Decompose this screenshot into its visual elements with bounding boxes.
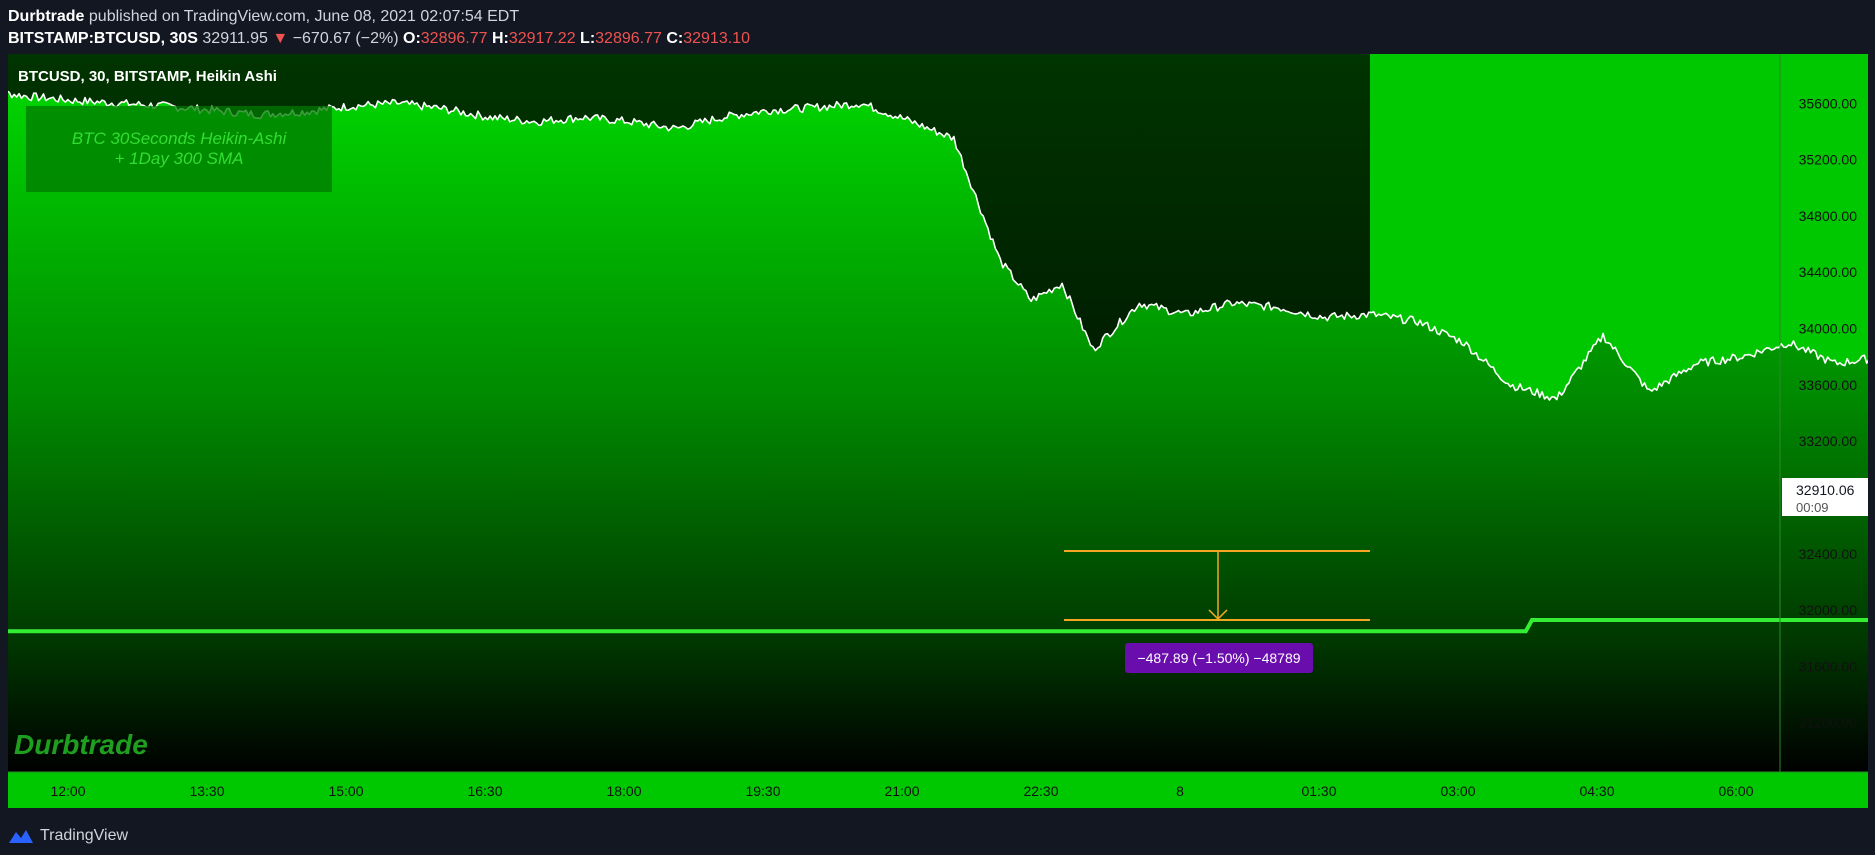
watermark: Durbtrade	[14, 729, 148, 760]
countdown-value: 00:09	[1796, 500, 1829, 515]
y-tick-label: 32000.00	[1799, 602, 1858, 618]
footer-brand[interactable]: TradingView	[40, 827, 128, 845]
tradingview-logo-icon[interactable]	[8, 827, 34, 845]
y-tick-label: 31200.00	[1799, 715, 1858, 731]
y-tick-label: 32400.00	[1799, 546, 1858, 562]
y-tick-label: 35200.00	[1799, 152, 1858, 168]
y-tick-label: 35600.00	[1799, 95, 1858, 111]
high-value: 32917.22	[508, 30, 576, 47]
series-legend[interactable]: BTCUSD, 30, BITSTAMP, Heikin Ashi	[18, 68, 277, 85]
measure-label: −487.89 (−1.50%) −48789	[1125, 643, 1313, 673]
low-value: 32896.77	[595, 30, 662, 47]
y-tick-label: 34800.00	[1799, 208, 1858, 224]
x-tick-label: 06:00	[1718, 783, 1753, 799]
low-label: L:	[580, 30, 596, 47]
y-tick-label: 33600.00	[1799, 377, 1858, 393]
x-tick-label: 04:30	[1579, 783, 1614, 799]
published-info: published on TradingView.com, June 08, 2…	[88, 8, 520, 25]
high-label: H:	[491, 30, 509, 47]
footer: TradingView	[8, 827, 128, 845]
x-tick-label: 21:00	[884, 783, 919, 799]
y-tick-label: 31600.00	[1799, 658, 1858, 674]
open-label: O:	[403, 30, 421, 47]
x-tick-label: 18:00	[606, 783, 641, 799]
x-tick-label: 19:30	[745, 783, 780, 799]
y-tick-label: 33200.00	[1799, 433, 1858, 449]
close-value: 32913.10	[683, 30, 750, 47]
x-tick-label: 8	[1176, 783, 1184, 799]
last-price-label: 32910.06 00:09	[1782, 478, 1868, 516]
down-arrow-icon: ▼	[272, 30, 289, 47]
chart-header: Durbtrade published on TradingView.com, …	[8, 6, 750, 50]
price-chart[interactable]: 35600.00 35200.00 34800.00 34400.00 34000.00…	[0, 54, 1875, 808]
y-tick-label: 34400.00	[1799, 264, 1858, 280]
measure-label-text: −487.89 (−1.50%) −48789	[1137, 650, 1300, 666]
author-name[interactable]: Durbtrade	[8, 8, 84, 25]
x-tick-label: 01:30	[1301, 783, 1336, 799]
x-tick-label: 22:30	[1023, 783, 1058, 799]
chart-area[interactable]: 35600.00 35200.00 34800.00 34400.00 34000.00…	[0, 54, 1875, 808]
note-line1: BTC 30Seconds Heikin-Ashi	[72, 129, 288, 148]
x-tick-label: 16:30	[467, 783, 502, 799]
note-box[interactable]: BTC 30Seconds Heikin-Ashi + 1Day 300 SMA	[26, 106, 332, 192]
x-tick-label: 03:00	[1440, 783, 1475, 799]
last-price: 32911.95	[202, 30, 268, 47]
price-change: −670.67 (−2%)	[292, 30, 399, 47]
last-price-value: 32910.06	[1796, 482, 1855, 498]
y-tick-label: 34000.00	[1799, 321, 1858, 337]
x-tick-label: 12:00	[50, 783, 85, 799]
open-value: 32896.77	[420, 30, 488, 47]
note-line2: + 1Day 300 SMA	[115, 149, 244, 168]
symbol-label: BITSTAMP:BTCUSD, 30S	[8, 30, 198, 47]
close-label: C:	[666, 30, 684, 47]
x-tick-label: 13:30	[189, 783, 224, 799]
x-tick-label: 15:00	[328, 783, 363, 799]
